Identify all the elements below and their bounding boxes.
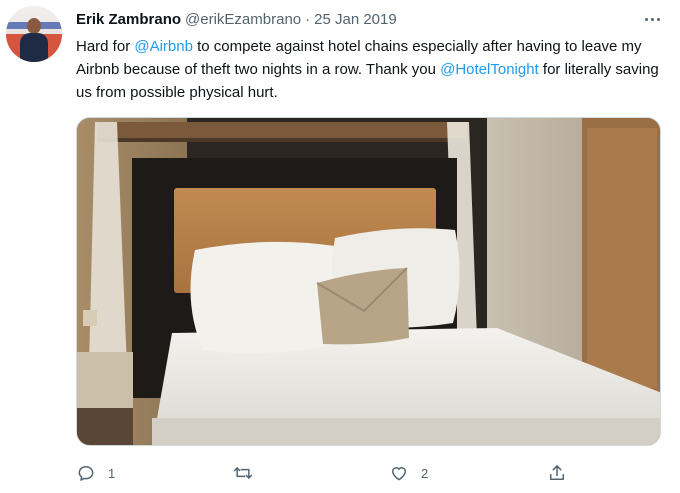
reply-button[interactable]: 1 [76, 460, 115, 486]
tweet-card[interactable]: Erik Zambrano @erikEzambrano · 25 Jan 20… [0, 0, 680, 493]
share-icon [550, 465, 564, 480]
header-separator: · [305, 11, 311, 28]
retweet-button[interactable] [233, 460, 265, 486]
tweet-header: Erik Zambrano @erikEzambrano · 25 Jan 20… [76, 11, 397, 31]
like-button[interactable]: 2 [389, 460, 428, 486]
tweet-actions: 1 2 [76, 460, 670, 486]
tweet-text: Hard for @Airbnb to compete against hote… [76, 35, 670, 104]
retweet-icon [233, 467, 253, 479]
avatar[interactable] [6, 6, 62, 62]
tweet-text-part: Hard for [76, 38, 135, 55]
reply-count: 1 [108, 465, 116, 481]
avatar-body [20, 33, 48, 62]
author-name[interactable]: Erik Zambrano [76, 11, 181, 28]
hotel-bed-photo-icon [77, 118, 660, 445]
like-count: 2 [421, 465, 429, 481]
reply-icon [78, 466, 94, 481]
mention-airbnb-link[interactable]: @Airbnb [134, 38, 193, 55]
more-options-icon[interactable] [640, 10, 664, 28]
author-handle[interactable]: @erikEzambrano [185, 11, 301, 28]
mention-hoteltonight-link[interactable]: @HotelTonight [440, 61, 539, 78]
share-button[interactable] [547, 460, 579, 486]
avatar-head [27, 18, 41, 34]
tweet-photo[interactable] [76, 117, 661, 446]
heart-icon [392, 467, 406, 481]
tweet-date[interactable]: 25 Jan 2019 [314, 11, 397, 28]
